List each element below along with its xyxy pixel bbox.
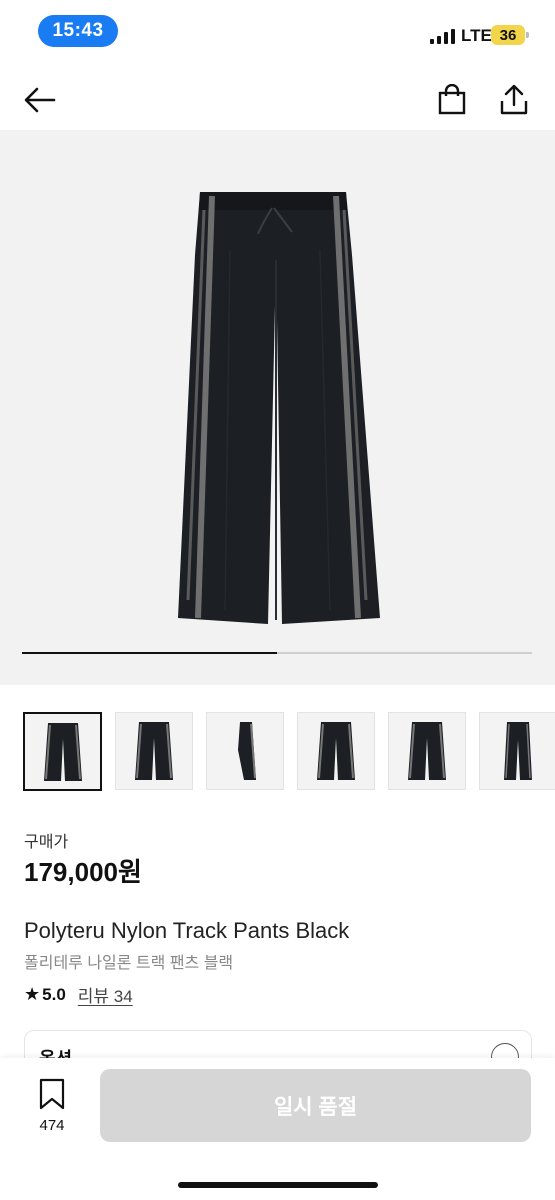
network-type: LTE — [461, 26, 492, 45]
thumbnail-4[interactable] — [297, 712, 375, 790]
thumbnail-image — [43, 722, 82, 781]
thumbnail-image — [238, 722, 256, 780]
shopping-bag-icon — [438, 84, 466, 115]
battery-icon: 36 — [491, 25, 529, 45]
thumbnail-5[interactable] — [388, 712, 466, 790]
sold-out-button[interactable]: 일시 품절 — [100, 1069, 531, 1142]
shopping-bag-button[interactable] — [432, 80, 472, 120]
bottom-action-bar: 474 일시 품절 — [0, 1058, 555, 1200]
thumbnail-3[interactable] — [206, 712, 284, 790]
rating-score: 5.0 — [42, 984, 66, 1004]
thumbnail-strip — [23, 712, 555, 791]
star-icon: ★ — [24, 984, 41, 1004]
thumbnail-image — [408, 722, 446, 780]
share-button[interactable] — [494, 80, 534, 120]
thumbnail-6[interactable] — [479, 712, 555, 790]
top-nav — [0, 70, 555, 128]
thumbnail-image — [317, 722, 355, 780]
thumbnail-image — [504, 722, 532, 780]
price: 179,000원 — [24, 857, 142, 887]
back-button[interactable] — [20, 80, 60, 120]
status-time: 15:43 — [38, 15, 118, 47]
review-link[interactable]: 리뷰 34 — [78, 982, 133, 1007]
wishlist-count: 474 — [39, 1117, 65, 1134]
price-label: 구매가 — [24, 834, 69, 851]
wishlist-button[interactable]: 474 — [30, 1078, 74, 1134]
product-subtitle: 폴리테루 나일론 트랙 팬츠 블랙 — [24, 955, 234, 972]
signal-icon — [430, 28, 455, 44]
home-indicator — [178, 1182, 378, 1188]
gallery-progress-fill — [22, 652, 277, 654]
share-icon — [500, 84, 528, 115]
status-bar: 15:43 LTE 36 — [0, 0, 555, 62]
thumbnail-2[interactable] — [115, 712, 193, 790]
bookmark-icon — [39, 1078, 65, 1110]
thumbnail-image — [135, 722, 173, 780]
product-image-gallery[interactable] — [0, 130, 555, 685]
back-arrow-icon — [24, 87, 56, 113]
product-title: Polyteru Nylon Track Pants Black — [24, 918, 350, 943]
rating: ★ 5.0 리뷰 34 — [24, 982, 133, 1007]
product-image — [178, 192, 380, 624]
gallery-progress — [22, 652, 532, 654]
thumbnail-1[interactable] — [23, 712, 102, 791]
